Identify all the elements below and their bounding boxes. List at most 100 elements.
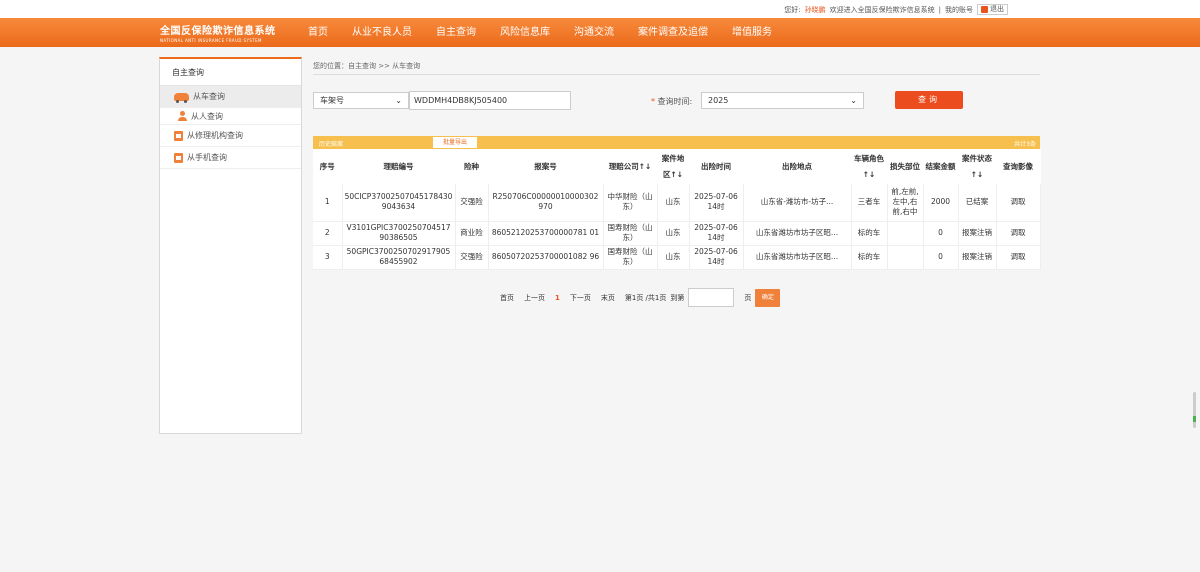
table-section-header: 历史赔案 批量导出 共计3条 — [313, 136, 1040, 149]
nav-items: 首页 从业不良人员 自主查询 风险信息库 沟通交流 案件调查及追偿 增值服务 — [298, 18, 784, 47]
user-name[interactable]: 孙晓鹏 — [805, 5, 826, 15]
retrieve-image-link[interactable]: 调取 — [996, 221, 1041, 246]
sidebar-item-phone-query[interactable]: 从手机查询 — [160, 147, 301, 169]
goto-confirm-button[interactable]: 确定 — [755, 288, 781, 307]
cell-location: 山东省潍坊市坊子区昭... — [743, 221, 852, 246]
search-type-value: 车架号 — [320, 96, 344, 105]
col-header: 查询影像 — [996, 149, 1041, 184]
nav-item-value-added[interactable]: 增值服务 — [720, 18, 784, 47]
breadcrumb-divider — [313, 74, 1040, 75]
welcome-text: 欢迎进入全国反保险欺诈信息系统 — [829, 5, 935, 14]
cell-company: 中华财险（山东） — [603, 184, 658, 222]
my-account-link[interactable]: 我的账号 — [945, 5, 973, 15]
brand-name: 全国反保险欺诈信息系统 — [160, 26, 276, 37]
cell-vehicle-role: 三者车 — [851, 184, 888, 222]
col-header: 损失部位 — [887, 149, 924, 184]
main-nav: 全国反保险欺诈信息系统 NATIONAL ANTI INSURANCE FRAU… — [0, 18, 1200, 47]
page-info: 第1页 /共1页 — [624, 293, 667, 302]
query-button[interactable]: 查询 — [895, 91, 963, 109]
nav-item-bad-personnel[interactable]: 从业不良人员 — [340, 18, 424, 47]
cell-amount: 2000 — [923, 184, 959, 222]
cell-region: 山东 — [657, 221, 690, 246]
cell-time: 2025-07-06 14时 — [689, 221, 744, 246]
cell-damage-part — [887, 221, 924, 246]
top-separator: | — [938, 5, 941, 14]
last-page-link[interactable]: 末页 — [601, 293, 615, 303]
cell-status: 报案注销 — [958, 221, 997, 246]
repair-shop-icon — [174, 130, 183, 141]
retrieve-image-link[interactable]: 调取 — [996, 245, 1041, 270]
search-type-select[interactable]: 车架号 ⌄ — [313, 92, 409, 109]
brand-subtitle: NATIONAL ANTI INSURANCE FRAUD SYSTEM — [160, 38, 262, 43]
col-header-sortable[interactable]: 车辆角色↑↓ — [851, 149, 888, 184]
car-icon — [174, 92, 189, 103]
brand-logo: 全国反保险欺诈信息系统 NATIONAL ANTI INSURANCE FRAU… — [160, 22, 290, 43]
sidebar-item-person-query[interactable]: 从人查询 — [160, 108, 301, 125]
cell-location: 山东省-潍坊市-坊子... — [743, 184, 852, 222]
cell-vehicle-role: 标的车 — [851, 245, 888, 270]
col-header: 出险时间 — [689, 149, 744, 184]
table-row: 2 V3101GPIC3700250704517 90386505 商业险 86… — [313, 221, 1041, 246]
goto-page-input[interactable] — [688, 288, 735, 307]
sidebar-item-label: 从人查询 — [191, 111, 223, 121]
top-bar: 您好: 孙晓鹏 欢迎进入全国反保险欺诈信息系统 | 我的账号 退出 — [0, 0, 1200, 18]
col-header: 结案金额 — [923, 149, 959, 184]
goto-label: 到第 — [670, 293, 685, 302]
required-marker: * — [651, 97, 655, 106]
cell-company: 国寿财险（山东） — [603, 245, 658, 270]
cell-time: 2025-07-06 14时 — [689, 245, 744, 270]
cell-claim-no: 50CICP37002507045178430 9043634 — [342, 184, 456, 222]
query-time-label-text: 查询时间: — [657, 97, 693, 106]
top-bar-user-area: 您好: 孙晓鹏 欢迎进入全国反保险欺诈信息系统 | 我的账号 退出 — [784, 4, 1008, 15]
retrieve-image-link[interactable]: 调取 — [996, 184, 1041, 222]
results-table: 序号 理赔编号 险种 报案号 理赔公司↑↓ 案件地区↑↓ 出险时间 出险地点 车… — [313, 149, 1041, 270]
cell-damage-part — [887, 245, 924, 270]
nav-item-self-query[interactable]: 自主查询 — [424, 18, 488, 47]
batch-export-button[interactable]: 批量导出 — [433, 137, 477, 148]
cell-status: 已结案 — [958, 184, 997, 222]
prev-page-link[interactable]: 上一页 — [524, 293, 545, 303]
col-header-sortable[interactable]: 理赔公司↑↓ — [603, 149, 658, 184]
page-unit-label: 页 — [744, 293, 752, 302]
sidebar-item-repair-shop-query[interactable]: 从修理机构查询 — [160, 125, 301, 147]
breadcrumb: 您的位置：自主查询 >> 从车查询 — [313, 62, 421, 70]
total-count: 共计3条 — [1014, 141, 1036, 148]
sidebar-title: 自主查询 — [160, 59, 301, 86]
query-time-label: * 查询时间: — [651, 96, 692, 107]
nav-item-risk-database[interactable]: 风险信息库 — [488, 18, 562, 47]
logout-icon — [981, 6, 988, 13]
cell-region: 山东 — [657, 184, 690, 222]
query-time-select[interactable]: 2025 ⌄ — [701, 92, 864, 109]
col-header-sortable[interactable]: 案件状态↑↓ — [958, 149, 997, 184]
cell-index: 1 — [313, 184, 343, 222]
query-time-value: 2025 — [708, 96, 729, 105]
person-icon — [178, 111, 187, 121]
table-row: 3 50GPIC3700250702917905 68455902 交强险 86… — [313, 245, 1041, 270]
table-header-row: 序号 理赔编号 险种 报案号 理赔公司↑↓ 案件地区↑↓ 出险时间 出险地点 车… — [313, 149, 1041, 184]
table-row: 1 50CICP37002507045178430 9043634 交强险 R2… — [313, 184, 1041, 222]
logout-button[interactable]: 退出 — [977, 4, 1008, 15]
cell-region: 山东 — [657, 245, 690, 270]
pagination: 首页 上一页 1 下一页 末页 第1页 /共1页 到第 页 确定 — [500, 288, 781, 307]
next-page-link[interactable]: 下一页 — [570, 293, 591, 303]
cell-damage-part: 前,左前,左中,右前,右中 — [887, 184, 924, 222]
cell-report-no: 86052120253700000781 01 — [488, 221, 604, 246]
current-page: 1 — [555, 293, 560, 302]
nav-item-case-investigation[interactable]: 案件调查及追偿 — [626, 18, 720, 47]
cell-location: 山东省潍坊市坊子区昭... — [743, 245, 852, 270]
col-header-sortable[interactable]: 案件地区↑↓ — [657, 149, 690, 184]
chevron-down-icon: ⌄ — [850, 96, 857, 105]
section-title: 历史赔案 — [319, 141, 344, 148]
scroll-widget[interactable] — [1193, 392, 1196, 428]
nav-item-communication[interactable]: 沟通交流 — [562, 18, 626, 47]
first-page-link[interactable]: 首页 — [500, 293, 514, 303]
sidebar-item-vehicle-query[interactable]: 从车查询 — [160, 86, 301, 108]
cell-company: 国寿财险（山东） — [603, 221, 658, 246]
cell-report-no: R250706C00000010000302 970 — [488, 184, 604, 222]
cell-vehicle-role: 标的车 — [851, 221, 888, 246]
sidebar-item-label: 从修理机构查询 — [187, 131, 243, 140]
vin-input[interactable]: WDDMH4DB8KJ505400 — [409, 91, 571, 110]
nav-item-home[interactable]: 首页 — [298, 18, 340, 47]
cell-index: 2 — [313, 221, 343, 246]
col-header: 序号 — [313, 149, 343, 184]
